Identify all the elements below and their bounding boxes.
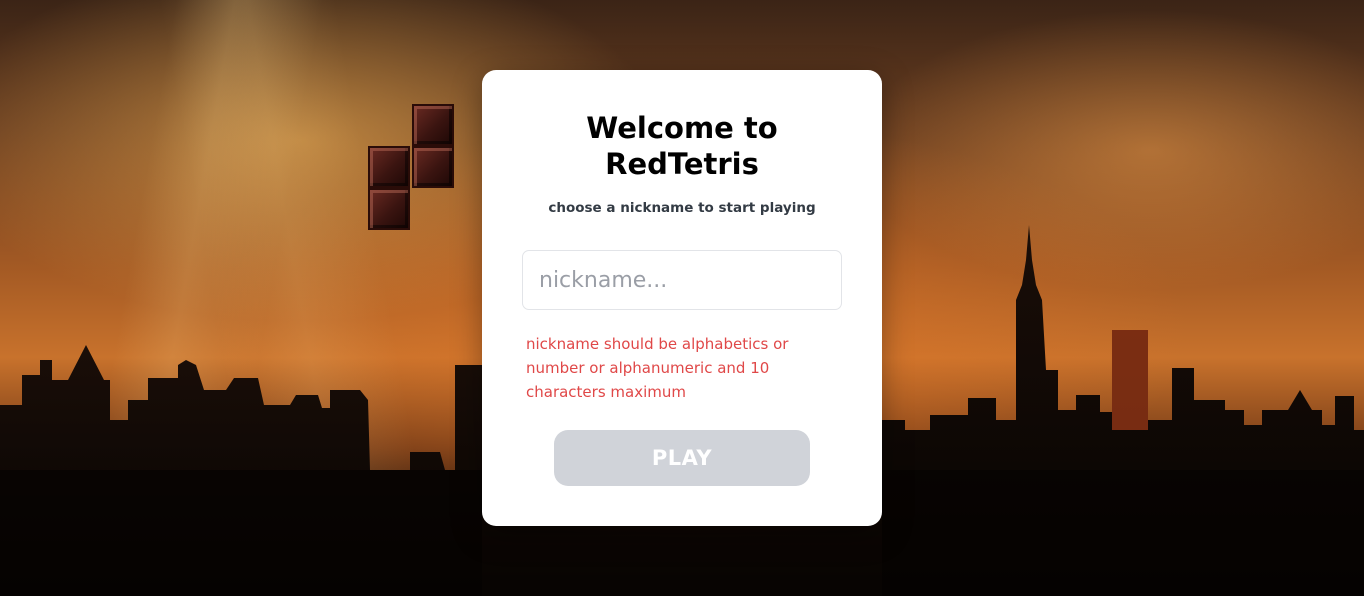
nickname-input[interactable]	[522, 250, 842, 310]
tetromino-block	[368, 188, 410, 230]
nickname-error-message: nickname should be alphabetics or number…	[526, 335, 789, 401]
tetromino-block	[412, 104, 454, 146]
play-button[interactable]: PLAY	[554, 430, 810, 486]
tetromino-block	[412, 146, 454, 188]
tetromino-blocks	[368, 104, 454, 232]
welcome-subtitle: choose a nickname to start playing	[548, 200, 816, 216]
tetromino-block	[368, 146, 410, 188]
welcome-card: Welcome to RedTetris choose a nickname t…	[482, 70, 882, 526]
welcome-title: Welcome to RedTetris	[586, 111, 778, 181]
